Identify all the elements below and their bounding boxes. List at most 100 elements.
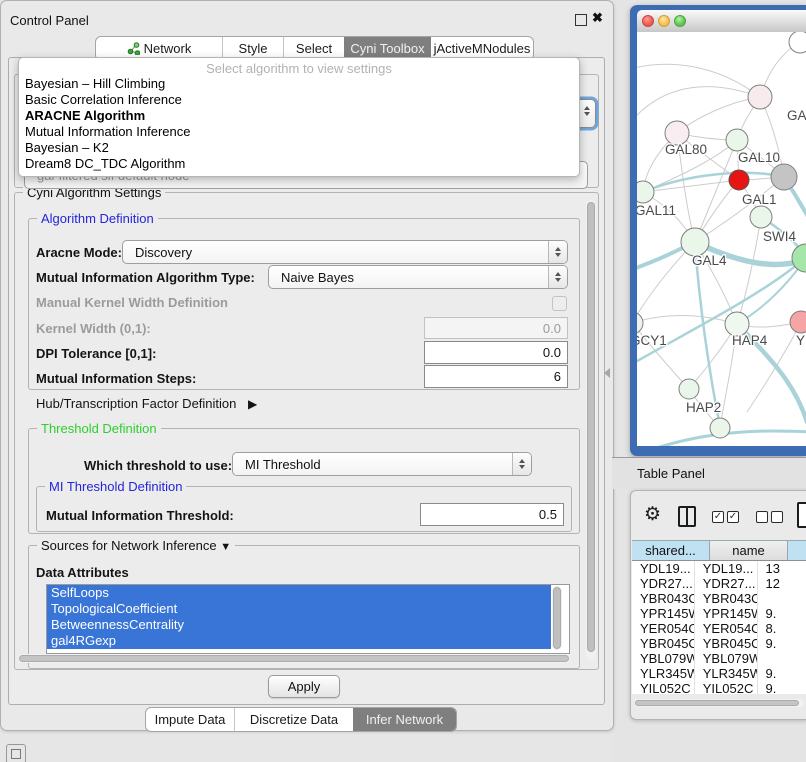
unchecked-checkbox-icon-2[interactable] — [771, 511, 783, 523]
table-cell — [758, 591, 806, 606]
table-row[interactable]: YDR27...YDR27...12 — [632, 576, 806, 591]
dpi-tolerance-field[interactable]: 0.0 — [424, 341, 568, 364]
table-cell: YBL079W — [695, 651, 758, 666]
which-threshold-combo[interactable]: MI Threshold — [232, 452, 532, 476]
close-window-icon[interactable] — [642, 15, 654, 27]
network-node[interactable] — [710, 418, 730, 438]
tab-discretize-data[interactable]: Discretize Data — [234, 708, 353, 731]
close-icon[interactable]: ✖ — [592, 10, 603, 26]
network-node[interactable] — [726, 129, 748, 151]
table-cell: YIL052C — [632, 681, 695, 694]
data-attributes-list[interactable]: SelfLoopsTopologicalCoefficientBetweenne… — [46, 584, 570, 654]
network-node[interactable] — [637, 312, 643, 334]
algorithm-option-dream8-dc-tdc-algorithm[interactable]: Dream8 DC_TDC Algorithm — [19, 156, 579, 172]
algorithm-option-basic-correlation-inference[interactable]: Basic Correlation Inference — [19, 92, 579, 108]
network-icon — [127, 42, 140, 55]
float-panel-icon[interactable] — [575, 14, 587, 26]
network-node[interactable] — [637, 181, 654, 203]
unchecked-checkbox-icon-1[interactable] — [756, 511, 768, 523]
mi-steps-field[interactable]: 6 — [424, 365, 568, 388]
control-panel-title: Control Panel — [10, 13, 89, 28]
network-edge — [637, 316, 737, 324]
columns-icon[interactable] — [678, 506, 696, 527]
settings-vertical-scrollbar[interactable] — [586, 200, 596, 660]
attributes-list-scrollbar[interactable] — [552, 586, 562, 650]
algorithm-option-bayesian-hill-climbing[interactable]: Bayesian – Hill Climbing — [19, 76, 579, 92]
checked-checkbox-icon-2[interactable]: ✓ — [727, 511, 739, 523]
table-cell: YPR145W — [695, 606, 758, 621]
network-node[interactable] — [771, 164, 797, 190]
table-row[interactable]: YPR145WYPR145W9. — [632, 606, 806, 621]
network-node[interactable] — [681, 228, 709, 256]
column-header-shared[interactable]: shared... — [632, 540, 710, 561]
data-attribute-item-gal4rgexp[interactable]: gal4RGexp — [47, 633, 551, 649]
table-cell: 9. — [758, 681, 806, 694]
network-node[interactable] — [748, 85, 772, 109]
algorithm-dropdown-prompt: Select algorithm to view settings — [19, 61, 579, 76]
column-header-name[interactable]: name — [710, 540, 788, 561]
data-attribute-item-topologicalcoefficient[interactable]: TopologicalCoefficient — [47, 601, 551, 617]
algorithm-definition-title: Algorithm Definition — [37, 211, 158, 226]
expanded-arrow-icon: ▼ — [220, 541, 231, 553]
mi-type-combo[interactable]: Naive Bayes — [268, 265, 568, 289]
table-cell: YBR043C — [632, 591, 695, 606]
table-row[interactable]: YLR345WYLR345W9. — [632, 666, 806, 681]
dpi-tolerance-label: DPI Tolerance [0,1]: — [36, 346, 156, 361]
sources-group-title[interactable]: Sources for Network Inference ▼ — [37, 538, 235, 553]
checked-checkbox-icon-1[interactable]: ✓ — [712, 511, 724, 523]
algorithm-option-bayesian-k2[interactable]: Bayesian – K2 — [19, 140, 579, 156]
data-attribute-item-selfloops[interactable]: SelfLoops — [47, 585, 551, 601]
network-canvas[interactable]: GALGAL80GAL10GAL1GAL11SWI4GAL4GCY1HAP4YH… — [637, 32, 806, 446]
gear-icon[interactable]: ⚙ — [644, 503, 661, 526]
sources-title-text: Sources for Network Inference — [41, 538, 217, 553]
table-cell: YDR27... — [695, 576, 758, 591]
tab-label: Style — [239, 41, 268, 56]
network-edge — [677, 97, 760, 133]
restore-panel-button[interactable] — [6, 744, 26, 762]
data-attribute-item-betweennesscentrality[interactable]: BetweennessCentrality — [47, 617, 551, 633]
kernel-width-field: 0.0 — [424, 317, 568, 339]
table-cell: YER054C — [695, 621, 758, 636]
algorithm-option-aracne-algorithm[interactable]: ARACNE Algorithm — [19, 108, 579, 124]
table-cell: YBL079W — [632, 651, 695, 666]
algorithm-option-mutual-information-inference[interactable]: Mutual Information Inference — [19, 124, 579, 140]
data-attributes-label: Data Attributes — [36, 565, 129, 580]
column-header-a[interactable]: A — [788, 540, 806, 561]
table-row[interactable]: YDL19...YDL19...13 — [632, 561, 806, 576]
network-edge — [695, 242, 720, 426]
hub-section-label: Hub/Transcription Factor Definition — [36, 396, 236, 411]
table-row[interactable]: YBL079WYBL079W — [632, 651, 806, 666]
table-cell: YBR043C — [695, 591, 758, 606]
tab-impute-data[interactable]: Impute Data — [146, 708, 234, 731]
network-node[interactable] — [679, 379, 699, 399]
mi-threshold-label: Mutual Information Threshold: — [46, 508, 234, 523]
network-node[interactable] — [789, 32, 806, 53]
aracne-mode-combo[interactable]: Discovery — [122, 240, 568, 264]
network-node[interactable] — [729, 170, 749, 190]
network-node-label: GAL10 — [738, 150, 780, 165]
table-row[interactable]: YBR043CYBR043C — [632, 591, 806, 606]
mi-threshold-field[interactable]: 0.5 — [420, 503, 564, 526]
table-rows: YDL19...YDL19...13YDR27...YDR27...12YBR0… — [632, 561, 806, 694]
document-icon[interactable] — [797, 502, 806, 528]
algorithm-dropdown-popup: Select algorithm to view settings Bayesi… — [18, 57, 580, 177]
table-row[interactable]: YIL052CYIL052C9. — [632, 681, 806, 694]
network-node[interactable] — [790, 311, 806, 333]
network-node-label: HAP4 — [732, 333, 768, 348]
network-node-label: GCY1 — [637, 333, 667, 348]
tab-infer-network[interactable]: Infer Network — [353, 708, 456, 731]
splitter-collapse-arrow[interactable] — [604, 368, 610, 378]
zoom-window-icon[interactable] — [674, 15, 686, 27]
apply-button[interactable]: Apply — [268, 675, 340, 698]
network-edge — [637, 64, 760, 97]
settings-horizontal-scrollbar[interactable] — [18, 654, 570, 663]
table-row[interactable]: YBR045CYBR045C9. — [632, 636, 806, 651]
tab-label: Select — [296, 41, 332, 56]
table-horizontal-scrollbar[interactable] — [634, 699, 804, 707]
network-node[interactable] — [750, 206, 772, 228]
panel-icon — [11, 749, 21, 759]
table-row[interactable]: YER054CYER054C8. — [632, 621, 806, 636]
hub-section-toggle[interactable]: Hub/Transcription Factor Definition ▶ — [36, 396, 257, 411]
minimize-window-icon[interactable] — [658, 15, 670, 27]
table-cell: YDL19... — [632, 561, 695, 576]
